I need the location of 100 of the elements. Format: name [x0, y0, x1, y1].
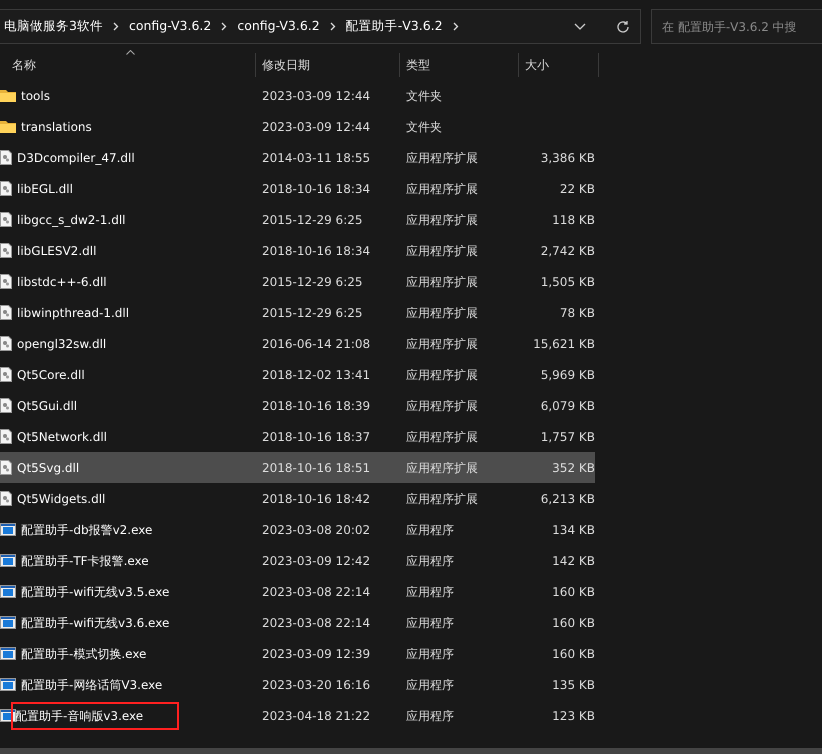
modified-date: 2014-03-11 18:55	[262, 150, 370, 164]
file-name: tools	[21, 88, 50, 104]
modified-date: 2023-04-18 21:22	[262, 708, 370, 722]
file-size: 160 KB	[552, 646, 595, 660]
column-header[interactable]: 类型	[400, 53, 519, 77]
breadcrumb-item[interactable]: config-V3.6.2	[128, 17, 212, 36]
folder-icon	[0, 120, 16, 133]
file-row[interactable]: Qt5Widgets.dll 2018-10-16 18:42 应用程序扩展 6,213 KB	[0, 483, 595, 514]
file-size: 6,079 KB	[540, 398, 595, 412]
file-name: translations	[21, 118, 92, 136]
modified-date: 2018-10-16 18:39	[262, 398, 370, 412]
chevron-right-icon[interactable]	[330, 22, 336, 31]
file-name: 配置助手-模式切换.exe	[21, 646, 146, 662]
modified-date: 2018-10-16 18:34	[262, 182, 370, 196]
chevron-down-icon[interactable]	[574, 22, 586, 30]
file-name: libwinpthread-1.dll	[17, 304, 130, 322]
file-type: 文件夹	[406, 88, 442, 102]
breadcrumb-item[interactable]: config-V3.6.2	[237, 17, 320, 36]
file-size: 6,213 KB	[540, 492, 595, 506]
file-type: 应用程序扩展	[406, 398, 478, 412]
file-name: 配置助手-wifi无线v3.6.exe	[21, 614, 170, 632]
file-type: 应用程序	[406, 522, 454, 536]
file-row[interactable]: libwinpthread-1.dll 2015-12-29 6:25 应用程序扩展 78 KB	[0, 297, 595, 328]
file-size: 1,757 KB	[540, 430, 595, 444]
file-type: 应用程序	[406, 584, 454, 598]
file-row[interactable]: 配置助手-网络话筒V3.exe 2023-03-20 16:16 应用程序 135 KB	[0, 669, 595, 700]
gear-file-icon	[0, 243, 12, 258]
file-size: 78 KB	[560, 306, 595, 320]
file-row[interactable]: 配置助手-模式切换.exe 2023-03-09 12:39 应用程序 160 KB	[0, 638, 595, 669]
application-icon	[0, 585, 16, 598]
file-size: 15,621 KB	[533, 336, 595, 350]
file-size: 135 KB	[552, 678, 595, 692]
file-row[interactable]: opengl32sw.dll 2016-06-14 21:08 应用程序扩展 15,621 KB	[0, 328, 595, 359]
file-row[interactable]: Qt5Network.dll 2018-10-16 18:37 应用程序扩展 1,757 KB	[0, 421, 595, 452]
file-name: libGLESV2.dll	[17, 242, 96, 260]
modified-date: 2018-10-16 18:42	[262, 492, 370, 506]
modified-date: 2023-03-09 12:42	[262, 554, 370, 568]
file-row[interactable]: Qt5Svg.dll 2018-10-16 18:51 应用程序扩展 352 KB	[0, 452, 595, 483]
gear-file-icon	[0, 274, 12, 289]
modified-date: 2018-10-16 18:51	[262, 460, 370, 474]
file-row[interactable]: 配置助手-db报警v2.exe 2023-03-08 20:02 应用程序 134 KB	[0, 514, 595, 545]
modified-date: 2023-03-08 20:02	[262, 522, 370, 536]
file-name: 配置助手-TF卡报警.exe	[21, 552, 149, 570]
file-size: 123 KB	[552, 708, 595, 722]
file-size: 352 KB	[552, 460, 595, 474]
application-icon	[0, 554, 16, 567]
file-size: 22 KB	[560, 182, 595, 196]
file-type: 应用程序	[406, 616, 454, 630]
horizontal-scrollbar[interactable]	[0, 748, 822, 754]
file-row[interactable]: tools 2023-03-09 12:44 文件夹	[0, 80, 595, 111]
breadcrumb-item[interactable]: 电脑做服务3软件	[4, 17, 103, 36]
file-name: Qt5Network.dll	[17, 428, 107, 446]
file-name: D3Dcompiler_47.dll	[17, 150, 135, 166]
gear-file-icon	[0, 181, 12, 196]
gear-file-icon	[0, 336, 12, 351]
file-name: libgcc_s_dw2-1.dll	[17, 212, 126, 228]
gear-file-icon	[0, 460, 12, 475]
file-row[interactable]: Qt5Core.dll 2018-12-02 13:41 应用程序扩展 5,969 KB	[0, 359, 595, 390]
modified-date: 2023-03-08 22:14	[262, 584, 370, 598]
breadcrumb-item[interactable]: 配置助手-V3.6.2	[346, 17, 443, 36]
file-row[interactable]: libgcc_s_dw2-1.dll 2015-12-29 6:25 应用程序扩展 118 KB	[0, 204, 595, 235]
file-size: 2,742 KB	[540, 244, 595, 258]
file-type: 应用程序	[406, 708, 454, 722]
modified-date: 2018-10-16 18:37	[262, 430, 370, 444]
column-header[interactable]: 名称	[0, 53, 256, 77]
address-bar[interactable]: 电脑做服务3软件 config-V3.6.2 config-V3.6.2 配置助手-V3.6.2	[0, 9, 641, 44]
file-name: 配置助手-db报警v2.exe	[21, 522, 152, 538]
file-size: 160 KB	[552, 584, 595, 598]
file-type: 应用程序扩展	[406, 492, 478, 506]
file-row[interactable]: 配置助手-wifi无线v3.5.exe 2023-03-08 22:14 应用程序 160 KB	[0, 576, 595, 607]
chevron-right-icon[interactable]	[112, 22, 119, 31]
column-header[interactable]: 修改日期	[256, 53, 400, 77]
file-size: 118 KB	[552, 212, 595, 226]
column-header[interactable]: 大小	[519, 53, 599, 77]
file-type: 应用程序	[406, 646, 454, 660]
file-type: 应用程序扩展	[406, 460, 478, 474]
gear-file-icon	[0, 305, 12, 320]
gear-file-icon	[0, 150, 12, 165]
refresh-icon[interactable]	[616, 20, 630, 34]
file-row[interactable]: 配置助手-wifi无线v3.6.exe 2023-03-08 22:14 应用程序 160 KB	[0, 607, 595, 638]
file-name: 配置助手-wifi无线v3.5.exe	[21, 584, 170, 600]
file-type: 应用程序扩展	[406, 368, 478, 382]
chevron-right-icon[interactable]	[221, 22, 228, 31]
file-row[interactable]: Qt5Gui.dll 2018-10-16 18:39 应用程序扩展 6,079 KB	[0, 390, 595, 421]
file-row[interactable]: 配置助手-TF卡报警.exe 2023-03-09 12:42 应用程序 142 KB	[0, 545, 595, 576]
chevron-right-icon[interactable]	[452, 22, 459, 31]
file-name: Qt5Core.dll	[17, 366, 85, 384]
gear-file-icon	[0, 367, 12, 382]
file-row[interactable]: libstdc++-6.dll 2015-12-29 6:25 应用程序扩展 1,505 KB	[0, 266, 595, 297]
folder-icon	[0, 89, 16, 102]
file-type: 文件夹	[406, 120, 442, 134]
file-row[interactable]: libGLESV2.dll 2018-10-16 18:34 应用程序扩展 2,742 KB	[0, 235, 595, 266]
application-icon	[0, 678, 16, 691]
file-name: Qt5Widgets.dll	[17, 490, 106, 508]
search-field[interactable]: 在 配置助手-V3.6.2 中搜	[651, 9, 822, 44]
file-size: 5,969 KB	[540, 368, 595, 382]
file-row[interactable]: libEGL.dll 2018-10-16 18:34 应用程序扩展 22 KB	[0, 173, 595, 204]
file-type: 应用程序扩展	[406, 212, 478, 226]
file-row[interactable]: translations 2023-03-09 12:44 文件夹	[0, 111, 595, 142]
file-row[interactable]: D3Dcompiler_47.dll 2014-03-11 18:55 应用程序扩展 3,386 KB	[0, 142, 595, 173]
